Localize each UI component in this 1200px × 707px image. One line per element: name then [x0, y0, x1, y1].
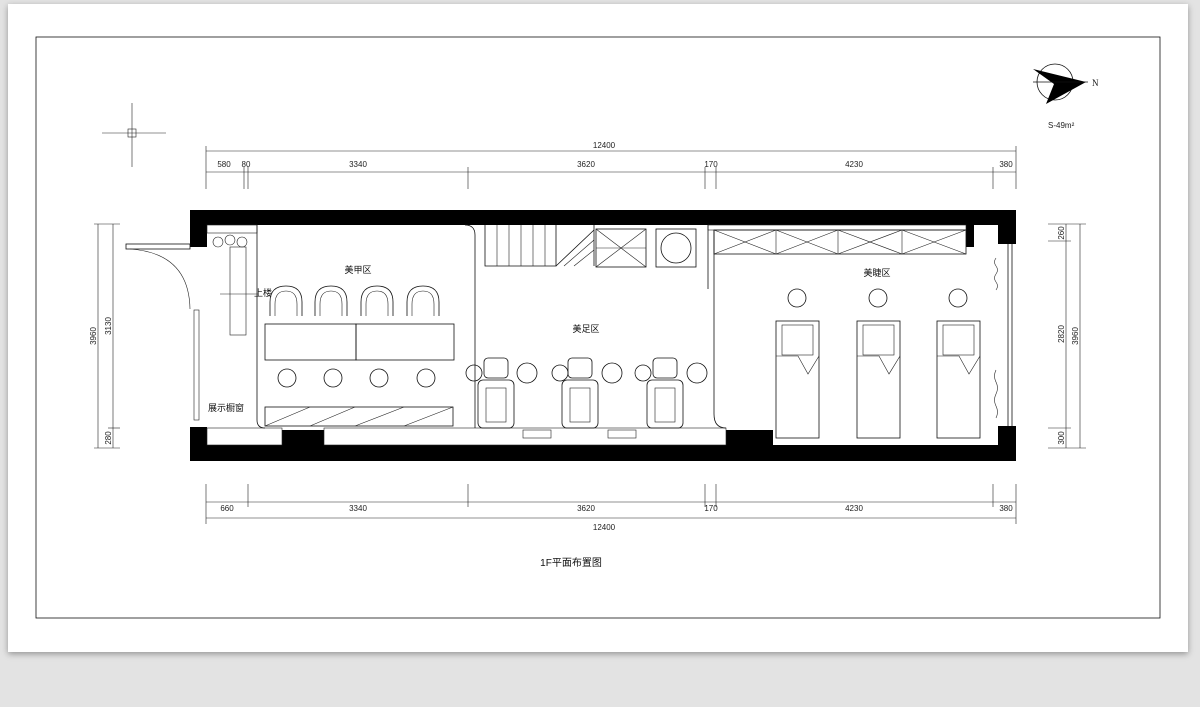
foot-chairs — [465, 357, 708, 439]
north-arrow-icon: N — [1033, 63, 1099, 104]
nail-stools — [277, 368, 436, 388]
dim-top-total: 12400 — [593, 141, 616, 150]
floor-plan-drawing: N S-49m² 12400 580 80 3340 3620 170 4230… — [35, 36, 1161, 619]
dim-bottom-seg: 380 — [999, 504, 1013, 513]
dim-bottom-seg: 4230 — [845, 504, 863, 513]
dim-right: 2820 — [1057, 325, 1066, 343]
dim-bottom-seg: 3620 — [577, 504, 595, 513]
top-dimension-chain: 12400 580 80 3340 3620 170 4230 380 — [205, 141, 1017, 189]
foot-area-label: 美足区 — [572, 323, 599, 334]
staircase — [484, 225, 595, 267]
dim-top-seg: 80 — [242, 160, 251, 169]
stairs-up-label: 上楼 — [254, 287, 272, 298]
exterior-walls — [190, 210, 1016, 461]
drawing-sheet: N S-49m² 12400 580 80 3340 3620 170 4230… — [8, 4, 1188, 652]
window-curtain — [994, 257, 998, 419]
dim-left: 280 — [104, 431, 113, 445]
dim-right: 260 — [1057, 226, 1066, 240]
dim-bottom-total: 12400 — [593, 523, 616, 532]
eyelash-wall-cabinet — [713, 229, 967, 255]
partitions — [256, 224, 1013, 429]
dim-bottom-seg: 3340 — [349, 504, 367, 513]
dim-top-seg: 3620 — [577, 160, 595, 169]
dim-right: 300 — [1057, 431, 1066, 445]
dim-left: 3130 — [104, 317, 113, 335]
bottom-dimension-chain: 660 3340 3620 170 4230 380 12400 — [205, 484, 1017, 532]
nail-area-label: 美甲区 — [344, 264, 371, 275]
nail-chairs — [269, 285, 440, 316]
eyelash-stools — [787, 288, 968, 308]
dim-right: 3960 — [1071, 327, 1080, 345]
display-window-label: 展示橱窗 — [208, 402, 244, 413]
nail-tables — [264, 323, 455, 361]
eyelash-area-label: 美睫区 — [863, 267, 890, 278]
dim-top-seg: 380 — [999, 160, 1013, 169]
dim-top-seg: 4230 — [845, 160, 863, 169]
right-dimension-chain: 260 2820 3960 300 — [1048, 223, 1086, 449]
dim-left: 3960 — [89, 327, 98, 345]
dim-top-seg: 3340 — [349, 160, 367, 169]
north-label: N — [1092, 78, 1099, 88]
drawing-title: 1F平面布置图 — [540, 557, 602, 569]
left-dimension-chain: 3960 3130 280 — [89, 223, 120, 449]
dim-bottom-seg: 170 — [704, 504, 718, 513]
entrance-door[interactable] — [125, 243, 200, 421]
nail-display-cabinet — [264, 406, 454, 427]
dim-top-seg: 580 — [217, 160, 231, 169]
dim-bottom-seg: 660 — [220, 504, 234, 513]
storage-cabinet — [595, 228, 697, 268]
area-label: S-49m² — [1048, 121, 1075, 130]
hatched-base — [206, 224, 967, 446]
dim-top-seg: 170 — [704, 160, 718, 169]
display-window — [212, 234, 258, 336]
eyelash-beds — [775, 320, 981, 439]
crosshair-marker — [102, 103, 166, 167]
